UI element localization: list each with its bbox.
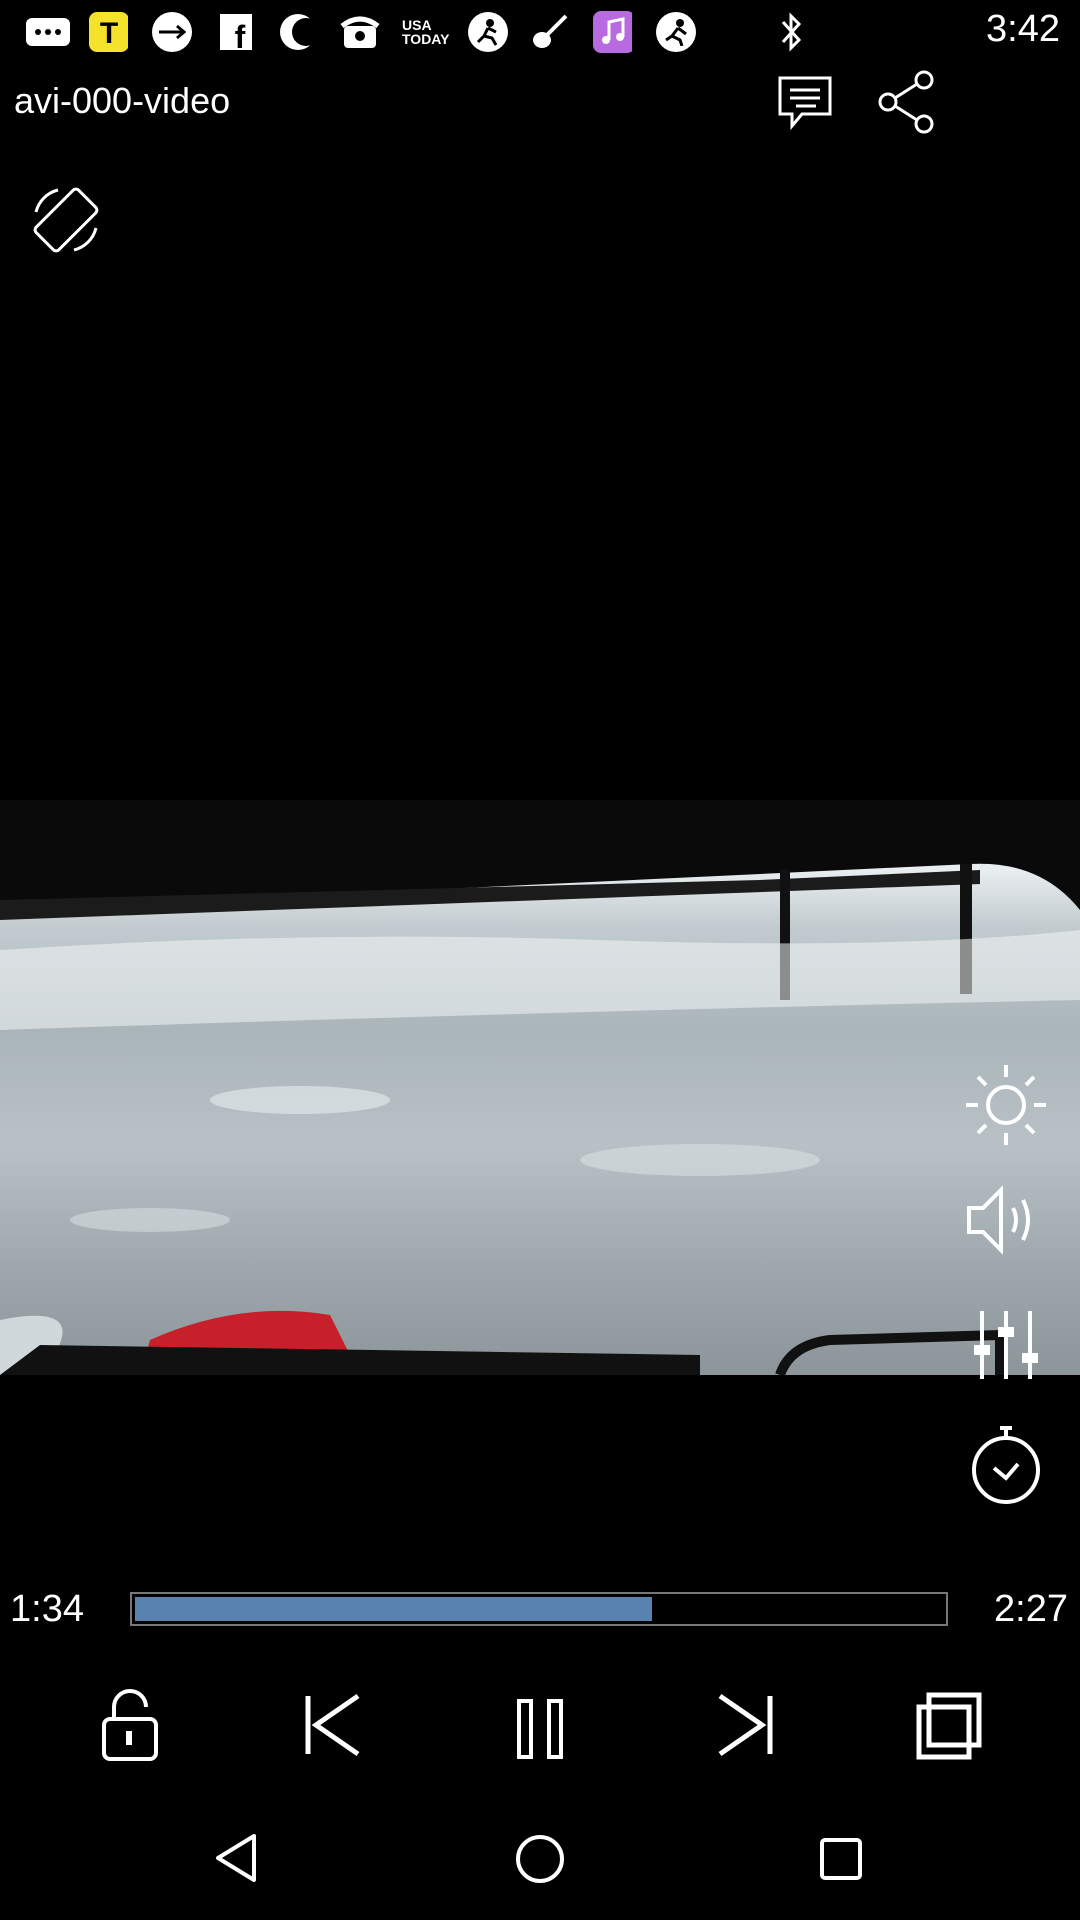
usa-today-label: USA TODAY	[402, 17, 450, 47]
seek-bar[interactable]	[130, 1592, 948, 1626]
violin-icon	[530, 12, 570, 52]
video-title: avi-000-video	[14, 80, 231, 121]
video-frame[interactable]	[0, 800, 1080, 1375]
moon-icon	[278, 12, 318, 52]
facebook-icon: f	[216, 12, 256, 52]
soccer-icon	[468, 12, 508, 52]
total-time: 2:27	[994, 1588, 1068, 1630]
volume-icon[interactable]	[956, 1170, 1056, 1270]
running-icon	[656, 12, 696, 52]
share-icon[interactable]	[876, 70, 940, 134]
phone-icon	[340, 12, 380, 52]
music-app-icon	[592, 11, 632, 53]
clock: 3:42	[986, 8, 1060, 50]
back-icon[interactable]	[210, 1830, 266, 1886]
crop-icon[interactable]	[906, 1680, 996, 1770]
more-icon	[22, 12, 74, 52]
next-icon[interactable]	[700, 1680, 790, 1770]
svg-text:T: T	[100, 17, 118, 50]
recents-icon[interactable]	[818, 1836, 864, 1882]
previous-icon[interactable]	[288, 1680, 378, 1770]
seek-bar-fill	[135, 1597, 652, 1621]
svg-text:f: f	[235, 19, 246, 52]
status-bar: T f USA TODAY 3:42	[0, 0, 1080, 64]
pause-icon[interactable]	[496, 1684, 586, 1774]
usa-today-icon: USA TODAY	[400, 12, 450, 52]
brightness-icon[interactable]	[956, 1055, 1056, 1155]
timer-icon[interactable]	[956, 1415, 1056, 1515]
subtitles-icon[interactable]	[776, 74, 834, 130]
usb-icon	[152, 12, 192, 52]
bluetooth-icon	[772, 12, 812, 52]
t-app-icon: T	[88, 12, 128, 52]
current-time: 1:34	[10, 1588, 84, 1630]
screen-rotation-icon[interactable]	[28, 182, 104, 258]
unlock-icon[interactable]	[84, 1680, 174, 1770]
home-icon[interactable]	[513, 1832, 567, 1886]
equalizer-icon[interactable]	[956, 1295, 1056, 1395]
